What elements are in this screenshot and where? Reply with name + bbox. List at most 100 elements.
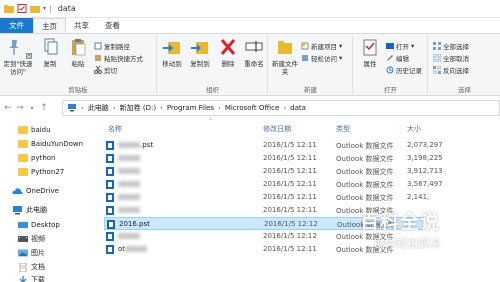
column-header-name[interactable]: 名称: [108, 124, 122, 134]
crumb-data[interactable]: data: [290, 104, 306, 112]
edit-button[interactable]: 编辑: [386, 53, 409, 63]
cut-button[interactable]: 剪切: [94, 65, 117, 75]
column-header-size[interactable]: 大小: [407, 124, 421, 134]
new-item-icon: [301, 42, 309, 50]
up-arrow-icon[interactable]: ↑: [38, 103, 50, 113]
clipboard-group: 固定到"快速访问" 复制 粘贴 复制路径 粘贴快捷方式 剪切 剪贴板: [0, 36, 157, 94]
file-row[interactable]: .pst 2016/1/5 12:11 Outlook 数据文件 2,073,2…: [104, 139, 443, 152]
crumb-this-pc[interactable]: 此电脑: [88, 103, 109, 113]
nav-this-pc-label: 此电脑: [26, 206, 47, 214]
crumb-separator: ›: [218, 104, 221, 112]
select-all-button[interactable]: 全部选择: [433, 41, 469, 51]
nav-downloads[interactable]: 下载: [18, 274, 45, 282]
file-row[interactable]: 2016/1/5 12:11 Outlook 数据文件 3,912,713: [104, 165, 443, 178]
nav-onedrive[interactable]: OneDrive: [12, 185, 59, 197]
file-row[interactable]: 2016/1/5 12:11 Outlook 数据文件 3,198,225: [104, 152, 443, 165]
pst-file-icon: [106, 180, 114, 189]
new-item-button[interactable]: 新建项目 ▾: [301, 41, 342, 51]
sort-chevron-icon: ^: [208, 118, 214, 125]
copy-path-label: 复制路径: [104, 43, 130, 51]
nav-documents-label: 文档: [31, 263, 45, 271]
crumb-drive-d[interactable]: 新加卷 (D:): [120, 103, 156, 113]
move-to-button[interactable]: 移动到: [158, 38, 186, 68]
address-bar[interactable]: › 此电脑 › 新加卷 (D:) › Program Files › Micro…: [62, 100, 500, 116]
forward-arrow-icon[interactable]: →: [14, 103, 26, 113]
nav-folder-python27[interactable]: Python27: [18, 166, 64, 178]
file-row[interactable]: 2016/1/5 12:11 Outlook 数据文件 2,141,: [104, 191, 429, 204]
copy-to-label: 复制到: [190, 60, 210, 68]
delete-button[interactable]: 删除: [214, 38, 242, 68]
nav-desktop[interactable]: Desktop: [18, 219, 60, 231]
folder-icon: [18, 154, 28, 162]
history-button[interactable]: 历史记录: [386, 65, 422, 75]
file-name: [118, 193, 140, 201]
quick-access-dropdown-icon[interactable]: ▾: [43, 5, 46, 12]
tab-share[interactable]: 共享: [66, 18, 97, 33]
file-type: Outlook 数据文件: [336, 181, 394, 189]
file-date: 2016/1/5 12:12: [263, 232, 317, 240]
tab-home[interactable]: 主页: [33, 18, 66, 33]
properties-button[interactable]: 属性: [356, 38, 384, 68]
crumb-program-files[interactable]: Program Files: [167, 104, 214, 112]
properties-check-icon[interactable]: [17, 4, 27, 13]
nav-documents[interactable]: 文档: [18, 261, 45, 273]
tab-view[interactable]: 查看: [97, 18, 128, 33]
redacted-text: [118, 194, 140, 200]
rename-icon: [245, 41, 263, 52]
paste-shortcut-label: 粘贴快捷方式: [104, 55, 143, 63]
nav-folder-baidu[interactable]: baidu: [18, 124, 51, 136]
pst-file-icon: [106, 206, 114, 215]
tab-file[interactable]: 文件: [0, 18, 33, 33]
easy-access-button[interactable]: 轻松访问 ▾: [301, 53, 342, 63]
file-size: 3,567,497: [407, 180, 443, 188]
new-folder-button[interactable]: 新建文件夹: [271, 38, 299, 76]
open-dropdown-icon: ▾: [411, 42, 415, 50]
nav-folder-python[interactable]: python: [18, 152, 56, 164]
file-name: [118, 167, 140, 175]
redacted-text: [118, 168, 140, 174]
invert-selection-icon: [433, 66, 441, 74]
pin-quick-access-button[interactable]: 固定到"快速访问": [2, 38, 34, 76]
history-icon: [386, 66, 394, 74]
redacted-text: [125, 246, 148, 252]
select-none-label: 全部取消: [443, 55, 469, 63]
recent-dropdown-icon[interactable]: ▾: [26, 105, 38, 112]
column-header-type[interactable]: 类型: [336, 124, 350, 134]
new-folder-quick-icon[interactable]: [30, 4, 40, 13]
pst-file-icon: [106, 193, 114, 202]
back-arrow-icon[interactable]: ←: [2, 103, 14, 113]
select-none-button[interactable]: 全部取消: [433, 53, 469, 63]
file-name-prefix: ot: [118, 245, 126, 253]
organize-group-label: 组织: [206, 86, 219, 94]
nav-this-pc[interactable]: 此电脑: [12, 204, 47, 216]
copy-path-button[interactable]: 复制路径: [94, 41, 130, 51]
folder-icon: [18, 168, 28, 176]
nav-folder-label: BaiduYunDown: [31, 140, 84, 148]
new-folder-label: 新建文件夹: [272, 60, 298, 76]
crumb-separator: ›: [81, 104, 84, 112]
pst-file-icon: [106, 245, 114, 254]
invert-selection-button[interactable]: 反向选择: [433, 65, 469, 75]
nav-pictures[interactable]: 图片: [18, 247, 45, 259]
paste-button[interactable]: 粘贴: [64, 38, 92, 68]
open-button[interactable]: 打开 ▾: [386, 41, 414, 51]
title-bar: ▾ | data: [0, 0, 500, 18]
redacted-text: [118, 233, 140, 239]
paste-shortcut-button[interactable]: 粘贴快捷方式: [94, 53, 143, 63]
properties-icon: [363, 39, 377, 56]
crumb-microsoft-office[interactable]: Microsoft Office: [225, 104, 280, 112]
open-group: 属性 打开 ▾ 编辑 历史记录 打开: [354, 36, 428, 94]
copy-button[interactable]: 复制: [36, 38, 64, 68]
watermark-subtitle: 助你轻松解决: [374, 237, 440, 250]
redacted-text: [118, 142, 140, 148]
this-pc-icon: [68, 104, 76, 112]
nav-folder-baiduyundown[interactable]: BaiduYunDown: [18, 138, 83, 150]
file-row[interactable]: 2016/1/5 12:11 Outlook 数据文件 3,567,497: [104, 178, 443, 191]
nav-videos[interactable]: 视频: [18, 233, 45, 245]
edit-icon: [387, 55, 393, 61]
copy-to-button[interactable]: 复制到: [186, 38, 214, 68]
ribbon-tabs: 文件 主页 共享 查看: [0, 18, 500, 33]
rename-button[interactable]: 重命名: [240, 38, 268, 68]
column-header-date[interactable]: 修改日期: [263, 124, 291, 134]
edit-label: 编辑: [396, 55, 409, 63]
